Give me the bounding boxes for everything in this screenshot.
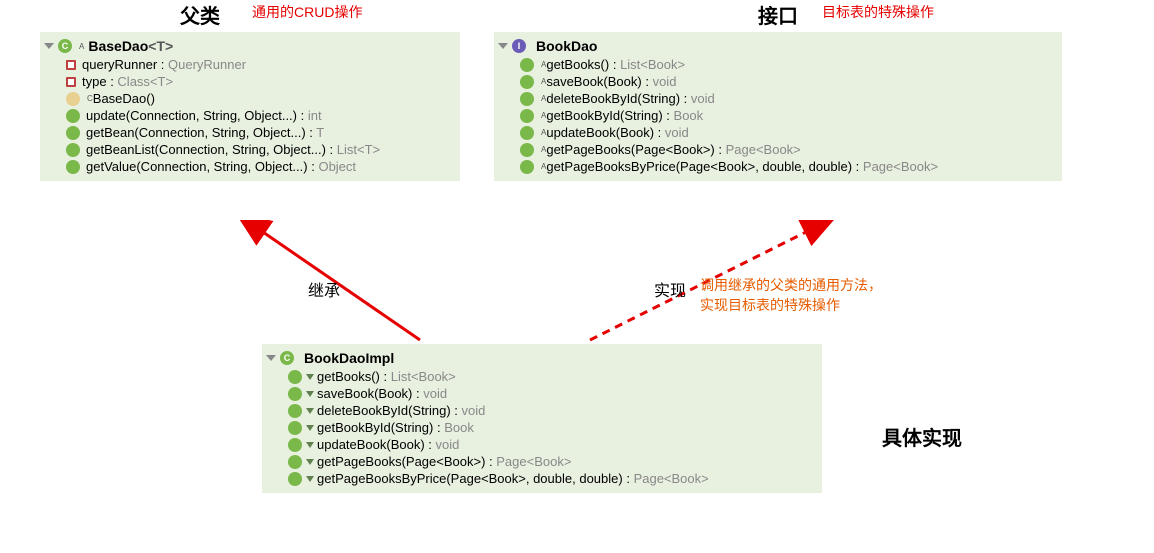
class-name: BookDaoImpl: [304, 350, 394, 366]
method-row: A updateBook(Book) : void: [500, 124, 1052, 141]
method-row: saveBook(Book) : void: [268, 385, 812, 402]
class-header: I BookDao: [500, 38, 1052, 54]
method-icon: [520, 109, 534, 123]
expand-icon: [266, 355, 276, 361]
method-icon: [520, 75, 534, 89]
field-row: queryRunner : QueryRunner: [46, 56, 450, 73]
method-icon: [520, 58, 534, 72]
method-icon: [66, 160, 80, 174]
method-row: A deleteBookById(String) : void: [500, 90, 1052, 107]
override-icon: [306, 391, 314, 397]
method-row: getBeanList(Connection, String, Object..…: [46, 141, 450, 158]
class-header: CA BaseDao<T>: [46, 38, 450, 54]
override-icon: [306, 442, 314, 448]
method-icon: [288, 370, 302, 384]
expand-icon: [498, 43, 508, 49]
expand-icon: [44, 43, 54, 49]
override-icon: [306, 374, 314, 380]
constructor-row: C BaseDao(): [46, 90, 450, 107]
method-row: getValue(Connection, String, Object...) …: [46, 158, 450, 175]
concrete-impl-label: 具体实现: [882, 422, 962, 451]
field-icon: [66, 60, 76, 70]
method-sig: deleteBookById(String) : void: [317, 403, 485, 418]
method-row: getPageBooks(Page<Book>) : Page<Book>: [268, 453, 812, 470]
method-sig: updateBook(Book) : void: [317, 437, 459, 452]
method-icon: [66, 143, 80, 157]
interface-label: 接口: [758, 0, 798, 29]
method-icon: [288, 455, 302, 469]
inherit-label: 继承: [308, 277, 340, 301]
method-row: getBookById(String) : Book: [268, 419, 812, 436]
method-sig: getPageBooks(Page<Book>) : Page<Book>: [317, 454, 571, 469]
constructor-icon: [66, 92, 80, 106]
method-row: deleteBookById(String) : void: [268, 402, 812, 419]
field-icon: [66, 77, 76, 87]
interface-note: 目标表的特殊操作: [822, 2, 934, 22]
class-header: C BookDaoImpl: [268, 350, 812, 366]
method-icon: [288, 404, 302, 418]
field-name: queryRunner : QueryRunner: [82, 57, 246, 72]
method-icon: [520, 126, 534, 140]
method-sig: getBean(Connection, String, Object...) :…: [86, 125, 324, 140]
method-icon: [520, 160, 534, 174]
method-row: A getBookById(String) : Book: [500, 107, 1052, 124]
field-name: type : Class<T>: [82, 74, 173, 89]
basedao-box: CA BaseDao<T> queryRunner : QueryRunner …: [40, 32, 460, 181]
method-sig: getBooks() : List<Book>: [546, 57, 685, 72]
abstract-marker: A: [79, 42, 84, 51]
override-icon: [306, 425, 314, 431]
method-sig: getPageBooksByPrice(Page<Book>, double, …: [317, 471, 709, 486]
method-icon: [288, 421, 302, 435]
method-icon: [520, 143, 534, 157]
method-row: A getBooks() : List<Book>: [500, 56, 1052, 73]
method-row: getBean(Connection, String, Object...) :…: [46, 124, 450, 141]
bookdaoimpl-box: C BookDaoImpl getBooks() : List<Book> sa…: [262, 344, 822, 493]
method-icon: [520, 92, 534, 106]
parent-class-label: 父类: [180, 0, 220, 29]
method-sig: getBookById(String) : Book: [546, 108, 703, 123]
constructor-name: BaseDao(): [93, 91, 155, 106]
method-sig: updateBook(Book) : void: [546, 125, 688, 140]
method-sig: update(Connection, String, Object...) : …: [86, 108, 322, 123]
method-row: A getPageBooks(Page<Book>) : Page<Book>: [500, 141, 1052, 158]
method-row: update(Connection, String, Object...) : …: [46, 107, 450, 124]
method-icon: [288, 387, 302, 401]
method-sig: deleteBookById(String) : void: [546, 91, 714, 106]
method-icon: [288, 438, 302, 452]
method-sig: getBookById(String) : Book: [317, 420, 474, 435]
method-row: A saveBook(Book) : void: [500, 73, 1052, 90]
method-sig: getBeanList(Connection, String, Object..…: [86, 142, 380, 157]
class-icon: C: [280, 351, 294, 365]
field-row: type : Class<T>: [46, 73, 450, 90]
bookdao-box: I BookDao A getBooks() : List<Book> A sa…: [494, 32, 1062, 181]
method-icon: [288, 472, 302, 486]
method-sig: getPageBooks(Page<Book>) : Page<Book>: [546, 142, 800, 157]
class-icon: C: [58, 39, 72, 53]
override-icon: [306, 476, 314, 482]
method-sig: saveBook(Book) : void: [317, 386, 447, 401]
method-row: getBooks() : List<Book>: [268, 368, 812, 385]
method-row: getPageBooksByPrice(Page<Book>, double, …: [268, 470, 812, 487]
method-sig: getPageBooksByPrice(Page<Book>, double, …: [546, 159, 938, 174]
method-sig: saveBook(Book) : void: [546, 74, 676, 89]
method-row: A getPageBooksByPrice(Page<Book>, double…: [500, 158, 1052, 175]
override-icon: [306, 459, 314, 465]
override-icon: [306, 408, 314, 414]
method-icon: [66, 109, 80, 123]
method-icon: [66, 126, 80, 140]
implement-note: 调用继承的父类的通用方法， 实现目标表的特殊操作: [700, 276, 882, 315]
parent-class-note: 通用的CRUD操作: [252, 2, 362, 22]
method-sig: getBooks() : List<Book>: [317, 369, 456, 384]
class-name: BaseDao<T>: [88, 38, 173, 54]
class-name: BookDao: [536, 38, 597, 54]
implement-label: 实现: [654, 277, 686, 301]
method-sig: getValue(Connection, String, Object...) …: [86, 159, 356, 174]
method-row: updateBook(Book) : void: [268, 436, 812, 453]
interface-icon: I: [512, 39, 526, 53]
